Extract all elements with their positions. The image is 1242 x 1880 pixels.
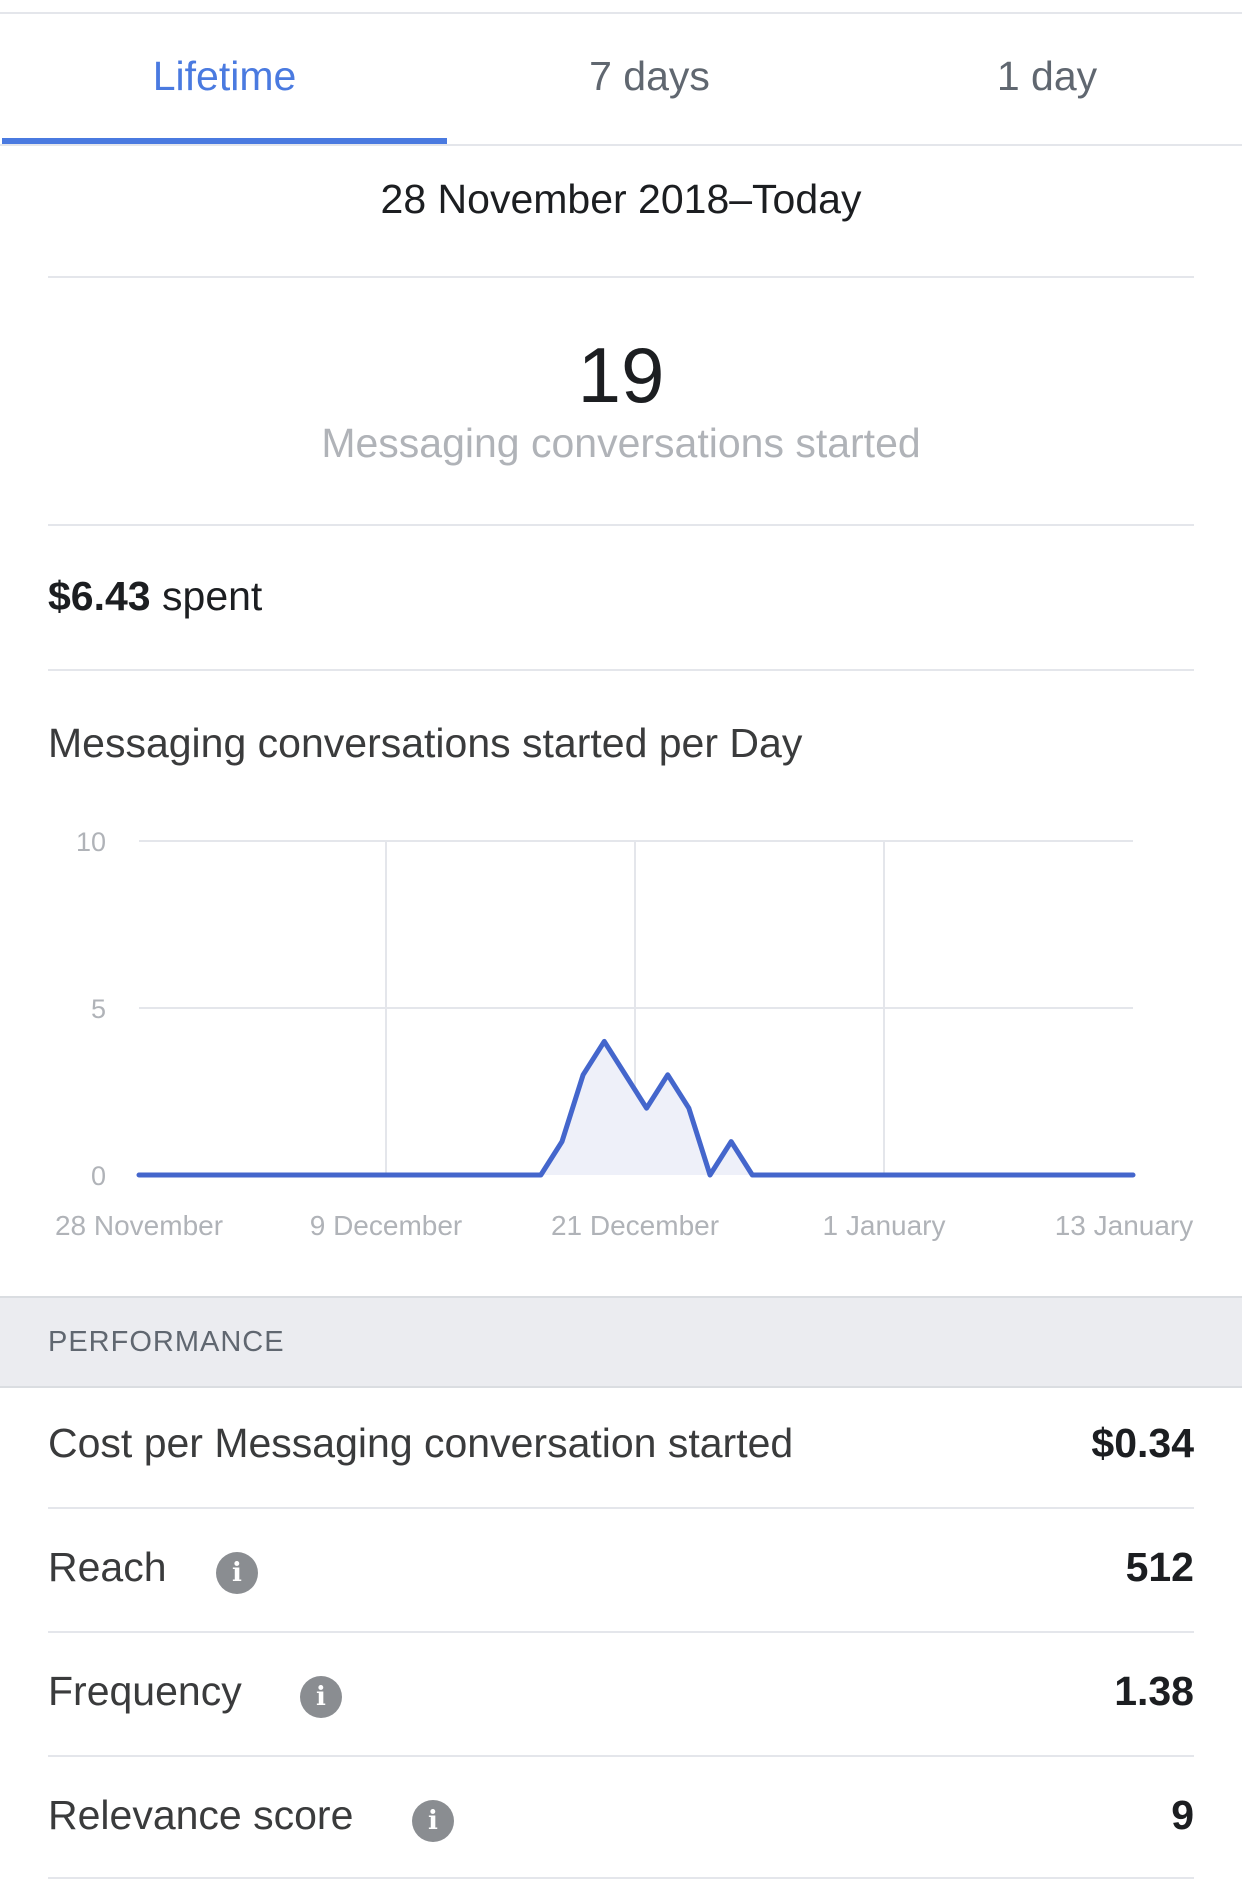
- y-tick-label: 0: [91, 1161, 106, 1191]
- data-point: [1131, 1173, 1135, 1177]
- metric-row-cost-per-conversation: Cost per Messaging conversation started …: [48, 1384, 1194, 1508]
- summary-label: Messaging conversations started: [321, 420, 921, 466]
- spent-suffix: spent: [162, 573, 263, 619]
- data-point: [306, 1173, 310, 1177]
- tab-7-days[interactable]: 7 days: [447, 14, 852, 144]
- data-point: [327, 1173, 331, 1177]
- summary-value: 19: [577, 331, 665, 419]
- data-point: [412, 1173, 416, 1177]
- metric-value: 512: [1125, 1544, 1194, 1590]
- metric-value: 9: [1171, 1792, 1194, 1838]
- metric-row-relevance-score: Relevance score i 9: [48, 1756, 1194, 1880]
- data-point: [962, 1173, 966, 1177]
- time-range-tabs: Lifetime 7 days 1 day: [0, 14, 1242, 146]
- performance-section-header: PERFORMANCE: [0, 1296, 1242, 1388]
- x-tick-label: 28 November: [55, 1210, 223, 1241]
- metric-label: Reach: [48, 1544, 167, 1590]
- data-point: [750, 1173, 754, 1177]
- data-point: [348, 1173, 352, 1177]
- data-point: [370, 1173, 374, 1177]
- data-point: [454, 1173, 458, 1177]
- data-point: [200, 1173, 204, 1177]
- data-point: [898, 1173, 902, 1177]
- metric-label: Cost per Messaging conversation started: [48, 1420, 794, 1466]
- data-point: [814, 1173, 818, 1177]
- data-point: [264, 1173, 268, 1177]
- data-point: [137, 1173, 141, 1177]
- metric-value: 1.38: [1114, 1668, 1194, 1714]
- info-icon[interactable]: i: [300, 1676, 342, 1718]
- performance-header-label: PERFORMANCE: [48, 1326, 285, 1358]
- data-point: [793, 1173, 797, 1177]
- conversations-line-chart: 10 5 0 28 November 9 December 21 December 1 Ja…: [55, 827, 1194, 1241]
- divider: [48, 276, 1194, 278]
- data-point: [1110, 1173, 1114, 1177]
- data-point: [285, 1173, 289, 1177]
- tab-lifetime[interactable]: Lifetime: [2, 14, 447, 144]
- metric-row-reach: Reach i 512: [48, 1508, 1194, 1632]
- data-point: [391, 1173, 395, 1177]
- data-point: [1025, 1173, 1029, 1177]
- data-point: [179, 1173, 183, 1177]
- data-point: [158, 1173, 162, 1177]
- chart-title: Messaging conversations started per Day: [48, 720, 803, 766]
- divider: [48, 1877, 1194, 1879]
- data-point: [983, 1173, 987, 1177]
- data-point: [497, 1173, 501, 1177]
- data-point: [1046, 1173, 1050, 1177]
- data-point: [835, 1173, 839, 1177]
- data-point: [1004, 1173, 1008, 1177]
- y-tick-label: 5: [91, 994, 106, 1024]
- metric-label: Frequency: [48, 1668, 242, 1714]
- info-icon[interactable]: i: [412, 1800, 454, 1842]
- metric-value: $0.34: [1091, 1420, 1194, 1466]
- x-tick-label: 9 December: [310, 1210, 463, 1241]
- data-point: [433, 1173, 437, 1177]
- active-tab-indicator: [2, 138, 447, 144]
- date-range: 28 November 2018–Today: [380, 176, 862, 222]
- divider: [48, 669, 1194, 671]
- data-point: [666, 1073, 670, 1077]
- data-point: [1068, 1173, 1072, 1177]
- divider: [48, 524, 1194, 526]
- data-point: [581, 1073, 585, 1077]
- data-point: [518, 1173, 522, 1177]
- data-point: [602, 1039, 606, 1043]
- metric-row-frequency: Frequency i 1.38: [48, 1632, 1194, 1756]
- x-tick-label: 1 January: [823, 1210, 946, 1241]
- data-point: [222, 1173, 226, 1177]
- y-tick-label: 10: [76, 827, 106, 857]
- data-point: [687, 1106, 691, 1110]
- tab-1-day[interactable]: 1 day: [852, 14, 1242, 144]
- info-icon[interactable]: i: [216, 1552, 258, 1594]
- data-point: [708, 1173, 712, 1177]
- data-point: [539, 1173, 543, 1177]
- data-point: [243, 1173, 247, 1177]
- data-point: [645, 1106, 649, 1110]
- data-point: [856, 1173, 860, 1177]
- data-point: [475, 1173, 479, 1177]
- data-point: [877, 1173, 881, 1177]
- data-point: [729, 1140, 733, 1144]
- data-point: [920, 1173, 924, 1177]
- spent-amount: $6.43: [48, 573, 151, 619]
- metric-label: Relevance score: [48, 1792, 354, 1838]
- data-point: [623, 1073, 627, 1077]
- amount-spent: $6.43 spent: [48, 573, 262, 620]
- data-point: [1089, 1173, 1093, 1177]
- data-point: [941, 1173, 945, 1177]
- data-point: [771, 1173, 775, 1177]
- x-tick-label: 13 January: [1055, 1210, 1194, 1241]
- data-point: [560, 1140, 564, 1144]
- x-tick-label: 21 December: [551, 1210, 719, 1241]
